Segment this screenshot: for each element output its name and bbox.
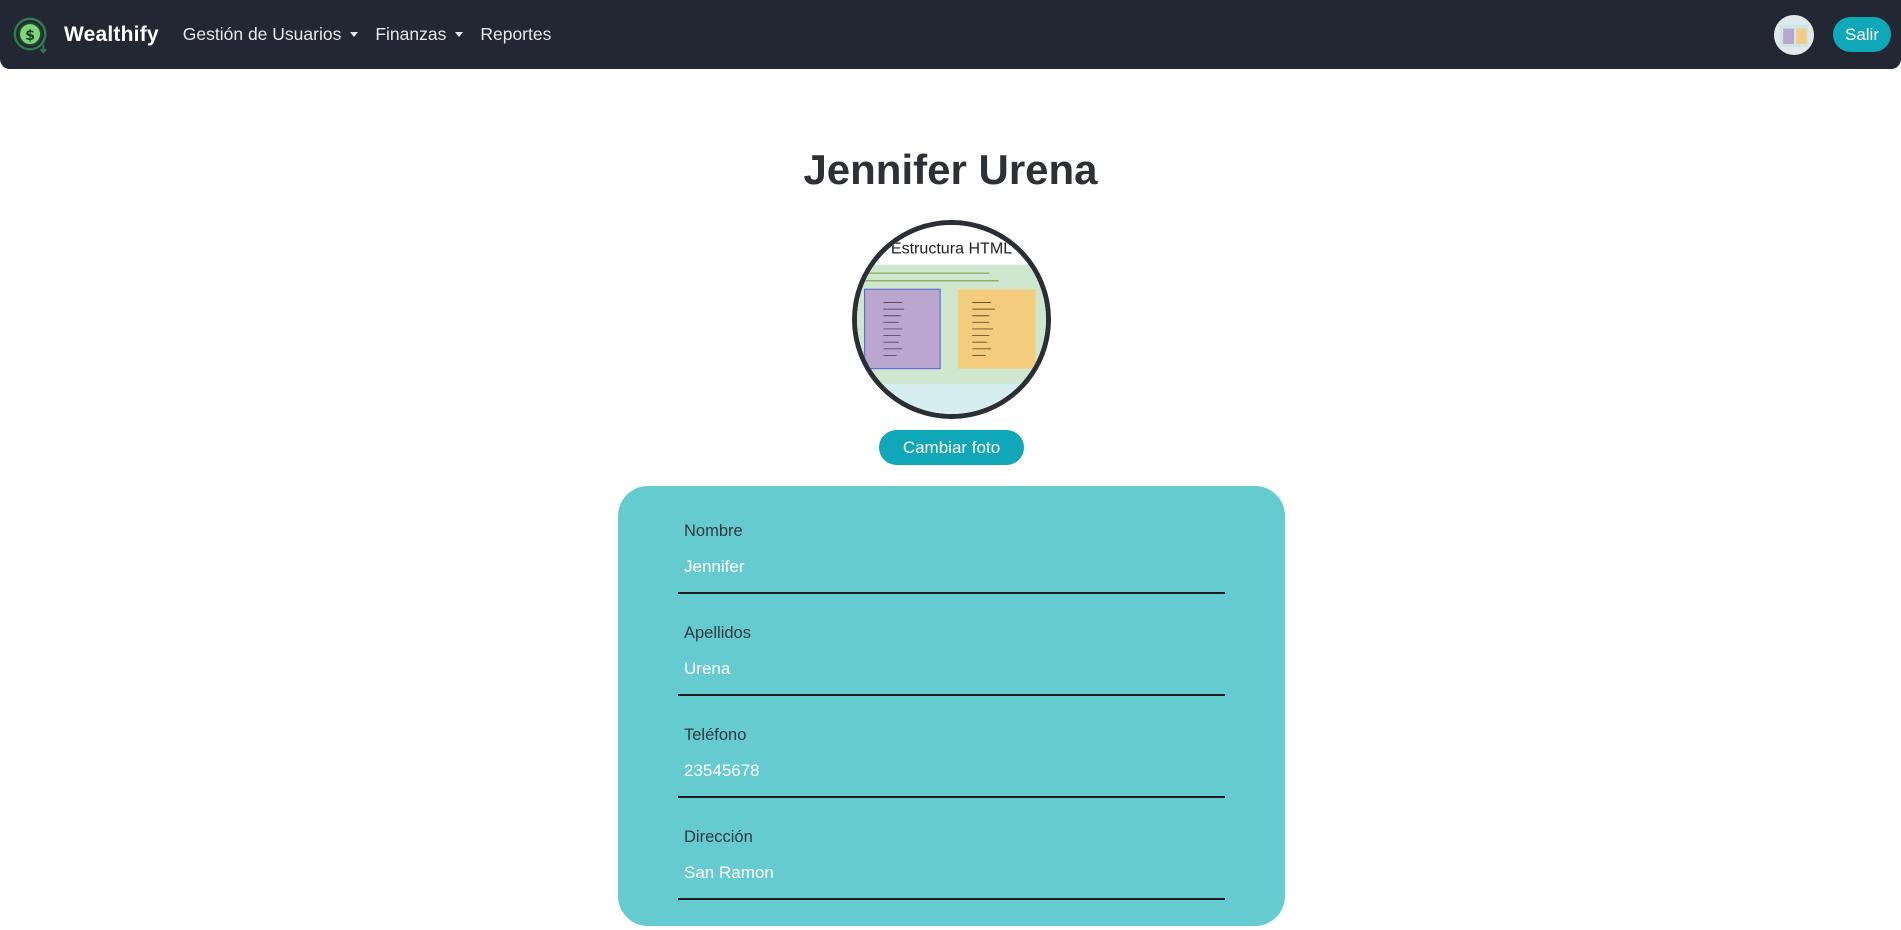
apellidos-label: Apellidos [684, 624, 751, 642]
photo-caption: Estructura HTML [891, 239, 1012, 257]
nombre-label: Nombre [684, 522, 743, 540]
telefono-label: Teléfono [684, 726, 747, 744]
nav-finanzas-label: Finanzas [375, 24, 447, 44]
change-photo-button[interactable]: Cambiar foto [879, 430, 1024, 465]
profile-photo: Estructura HTML [852, 220, 1051, 419]
svg-text:$: $ [25, 27, 35, 43]
dollar-coin-icon: $ [13, 17, 47, 53]
nav-reportes[interactable]: Reportes [480, 24, 551, 45]
profile-name-title: Jennifer Urena [803, 146, 1098, 193]
nav-links: Gestión de Usuarios Finanzas Reportes [183, 24, 569, 45]
nav-gestion-usuarios[interactable]: Gestión de Usuarios [183, 24, 359, 45]
top-navbar: $ Wealthify Gestión de Usuarios Finanzas… [0, 0, 1901, 69]
telefono-input[interactable] [678, 756, 1225, 798]
apellidos-input[interactable] [678, 654, 1225, 696]
field-nombre: Nombre [678, 522, 1225, 624]
profile-photo-image: Estructura HTML [857, 225, 1046, 414]
caret-down-icon [455, 32, 464, 37]
nav-gestion-usuarios-label: Gestión de Usuarios [182, 24, 342, 44]
nav-right: Salir [1773, 0, 1891, 69]
profile-form-card: Nombre Apellidos Teléfono Dirección [618, 486, 1285, 926]
nav-reportes-label: Reportes [480, 24, 552, 44]
nombre-input[interactable] [678, 552, 1225, 594]
field-apellidos: Apellidos [678, 624, 1225, 726]
field-direccion: Dirección [678, 828, 1225, 930]
direccion-input[interactable] [678, 858, 1225, 900]
logout-button[interactable]: Salir [1832, 17, 1891, 52]
avatar-thumbnail [1775, 16, 1812, 53]
user-avatar[interactable] [1773, 14, 1814, 55]
nav-finanzas[interactable]: Finanzas [375, 24, 464, 45]
brand[interactable]: $ Wealthify [12, 16, 159, 54]
caret-down-icon [350, 32, 359, 37]
brand-name: Wealthify [64, 22, 159, 46]
field-telefono: Teléfono [678, 726, 1225, 828]
direccion-label: Dirección [684, 828, 753, 846]
